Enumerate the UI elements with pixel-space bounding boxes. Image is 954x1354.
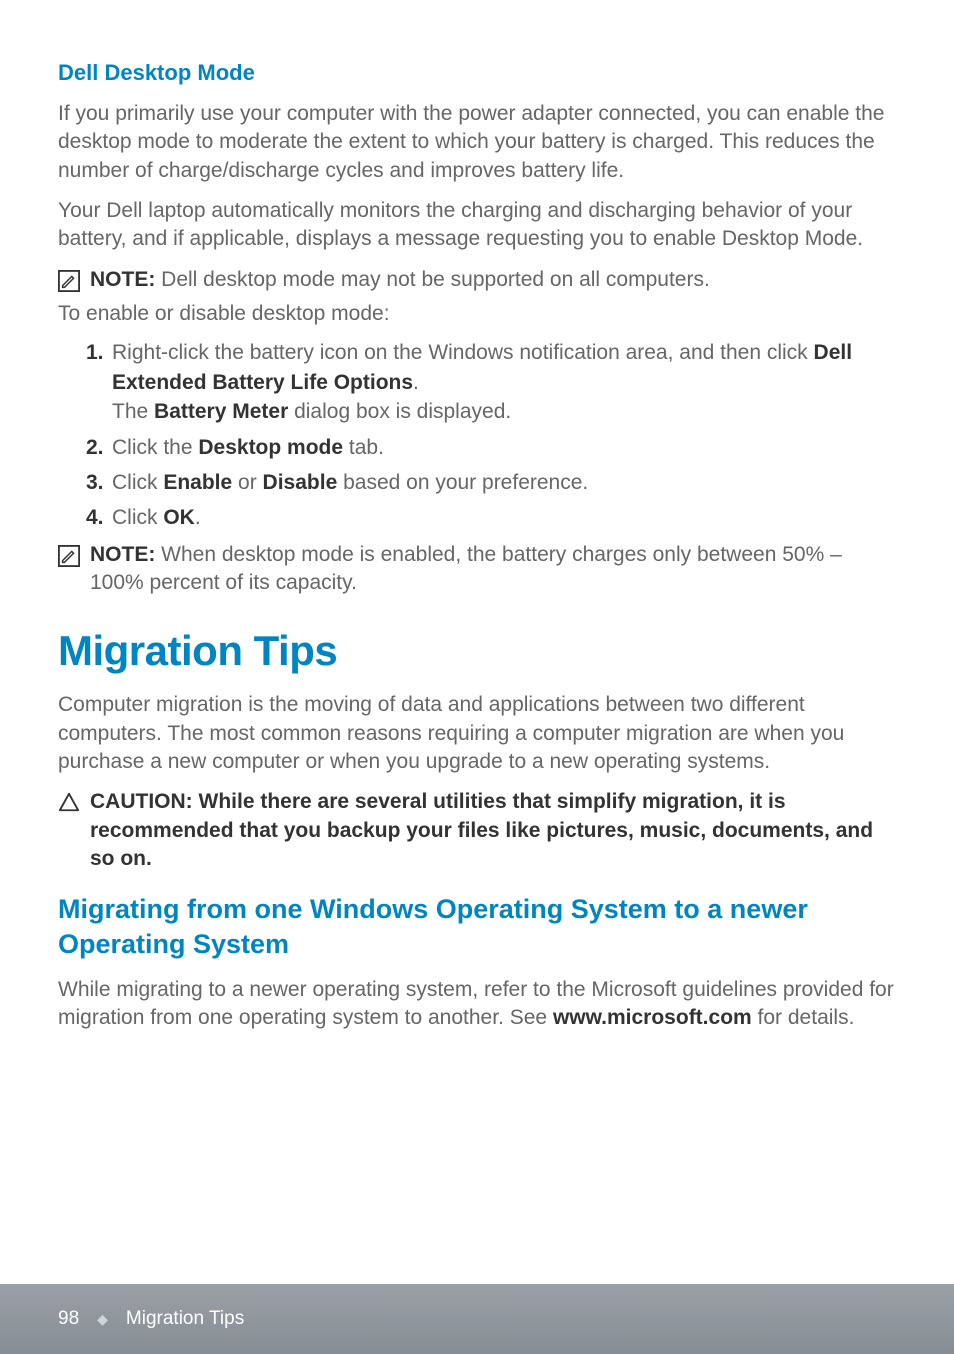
paragraph: Your Dell laptop automatically monitors …	[58, 197, 896, 254]
note-body: Dell desktop mode may not be supported o…	[155, 268, 709, 291]
ui-label: Disable	[263, 471, 338, 494]
step-number: 4.	[86, 503, 104, 532]
caution-triangle-icon	[58, 791, 80, 813]
note-pencil-icon	[58, 545, 80, 567]
footer-section-title: Migration Tips	[126, 1308, 244, 1330]
step-2: 2. Click the Desktop mode tab.	[86, 433, 896, 462]
step-text: .	[413, 371, 419, 394]
procedure-intro: To enable or disable desktop mode:	[58, 300, 896, 328]
ui-label: Enable	[163, 471, 232, 494]
caution-label: CAUTION:	[90, 790, 199, 813]
caution-block: CAUTION: While there are several utiliti…	[58, 788, 896, 873]
note-body: When desktop mode is enabled, the batter…	[90, 543, 842, 594]
ui-label: OK	[163, 506, 195, 529]
note-pencil-icon	[58, 270, 80, 292]
step-4: 4. Click OK.	[86, 503, 896, 532]
step-number: 1.	[86, 338, 104, 367]
paragraph: If you primarily use your computer with …	[58, 100, 896, 185]
step-text: based on your preference.	[337, 471, 588, 494]
heading-migration-tips: Migration Tips	[58, 627, 896, 675]
page-content: Dell Desktop Mode If you primarily use y…	[0, 0, 954, 1032]
step-text: Click the	[112, 436, 198, 459]
step-number: 2.	[86, 433, 104, 462]
paragraph: While migrating to a newer operating sys…	[58, 976, 896, 1033]
step-text: Right-click the battery icon on the Wind…	[112, 341, 814, 364]
note-label: NOTE:	[90, 543, 155, 566]
note-block: NOTE: When desktop mode is enabled, the …	[58, 541, 896, 598]
step-text: dialog box is displayed.	[288, 400, 511, 423]
page-footer: 98 ◆ Migration Tips	[0, 1284, 954, 1354]
url-text: www.microsoft.com	[553, 1006, 752, 1029]
paragraph: Computer migration is the moving of data…	[58, 691, 896, 776]
note-label: NOTE:	[90, 268, 155, 291]
caution-body: While there are several utilities that s…	[90, 790, 873, 870]
heading-dell-desktop-mode: Dell Desktop Mode	[58, 60, 896, 86]
subheading-migrating-os: Migrating from one Windows Operating Sys…	[58, 892, 896, 962]
ordered-steps: 1. Right-click the battery icon on the W…	[58, 338, 896, 532]
caution-text: CAUTION: While there are several utiliti…	[90, 788, 896, 873]
step-1: 1. Right-click the battery icon on the W…	[86, 338, 896, 426]
step-text: The	[112, 400, 154, 423]
ui-label: Battery Meter	[154, 400, 288, 423]
step-text: Click	[112, 506, 163, 529]
page-number: 98	[58, 1308, 79, 1330]
step-text: .	[195, 506, 201, 529]
note-text: NOTE: Dell desktop mode may not be suppo…	[90, 266, 710, 294]
paragraph-text: for details.	[752, 1006, 855, 1029]
step-number: 3.	[86, 468, 104, 497]
step-text: tab.	[343, 436, 384, 459]
note-block: NOTE: Dell desktop mode may not be suppo…	[58, 266, 896, 294]
diamond-separator-icon: ◆	[97, 1311, 108, 1328]
ui-label: Desktop mode	[198, 436, 343, 459]
note-text: NOTE: When desktop mode is enabled, the …	[90, 541, 896, 598]
step-text: or	[232, 471, 262, 494]
step-3: 3. Click Enable or Disable based on your…	[86, 468, 896, 497]
step-text: Click	[112, 471, 163, 494]
